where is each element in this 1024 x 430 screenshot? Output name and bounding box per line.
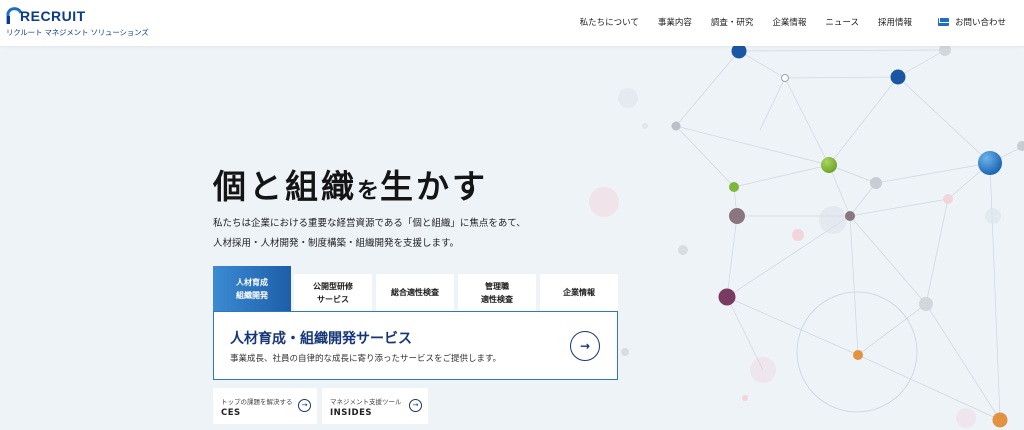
site-header: RECRUIT リクルート マネジメント ソリューションズ 私たちについて 事業… [0,0,1024,46]
mail-icon [937,18,949,26]
nav-about[interactable]: 私たちについて [580,16,639,28]
tab-label-line-1: 人材育成 [236,277,268,287]
arrow-right-icon: → [409,399,422,412]
contact-link[interactable]: お問い合わせ [937,16,1006,28]
tab-development[interactable]: 人材育成 組織開発 [213,266,291,311]
hero-title-part-1: 個と組織 [213,167,357,206]
contact-label: お問い合わせ [954,18,1006,28]
tab-aptitude-test[interactable]: 総合適性検査 [376,274,454,311]
tab-label-line-2: 組織開発 [236,290,268,300]
nav-business[interactable]: 事業内容 [658,16,692,28]
ces-card[interactable]: トップの課題を解決する CES → [213,388,317,424]
hero-title-particle: を [357,179,381,204]
tab-label: 企業情報 [563,288,595,297]
hero-description: 私たちは企業における重要な経営資源である「個と組織」に焦点をあて、 人材採用・人… [213,214,573,254]
tab-label-line-1: 公開型研修 [313,281,353,291]
recruit-logo[interactable]: RECRUIT リクルート マネジメント ソリューションズ [6,7,149,39]
panel-title: 人材育成・組織開発サービス [230,331,412,347]
hero-description-line-2: 人材採用・人材開発・制度構築・組織開発を支援します。 [213,238,460,249]
global-nav: 私たちについて 事業内容 調査・研究 企業情報 ニュース 採用情報 お問い合わせ [561,16,1006,28]
card-subtitle: マネジメント支援ツール [330,398,402,406]
tab-label-line-2: 適性検査 [481,294,513,304]
tab-label-line-1: 管理職 [485,281,509,291]
nav-news[interactable]: ニュース [825,16,859,28]
tab-label-line-2: サービス [317,294,349,304]
arrow-right-icon: → [298,399,311,412]
tab-public-training[interactable]: 公開型研修 サービス [294,274,372,311]
tab-company-info[interactable]: 企業情報 [540,274,618,311]
tab-manager-test[interactable]: 管理職 適性検査 [458,274,536,311]
logo-subtitle: リクルート マネジメント ソリューションズ [6,28,149,37]
card-title: INSIDES [330,408,373,418]
card-subtitle: トップの課題を解決する [221,398,293,406]
nav-recruit[interactable]: 採用情報 [878,16,912,28]
tab-label: 総合適性検査 [391,288,439,297]
hero-description-line-1: 私たちは企業における重要な経営資源である「個と組織」に焦点をあて、 [213,218,526,229]
arrow-right-icon[interactable]: → [570,331,600,361]
nav-research[interactable]: 調査・研究 [711,16,754,28]
card-title: CES [221,408,241,418]
service-panel[interactable]: 人材育成・組織開発サービス 事業成長、社員の自律的な成長に寄り添ったサービスをご… [213,311,618,380]
logo-wordmark: RECRUIT [20,8,86,24]
insides-card[interactable]: マネジメント支援ツール INSIDES → [322,388,428,424]
hero-title-part-2: 生かす [380,167,489,206]
nav-company[interactable]: 企業情報 [772,16,806,28]
hero-title: 個と組織を生かす [213,160,488,208]
panel-description: 事業成長、社員の自律的な成長に寄り添ったサービスをご提供します。 [230,354,502,364]
